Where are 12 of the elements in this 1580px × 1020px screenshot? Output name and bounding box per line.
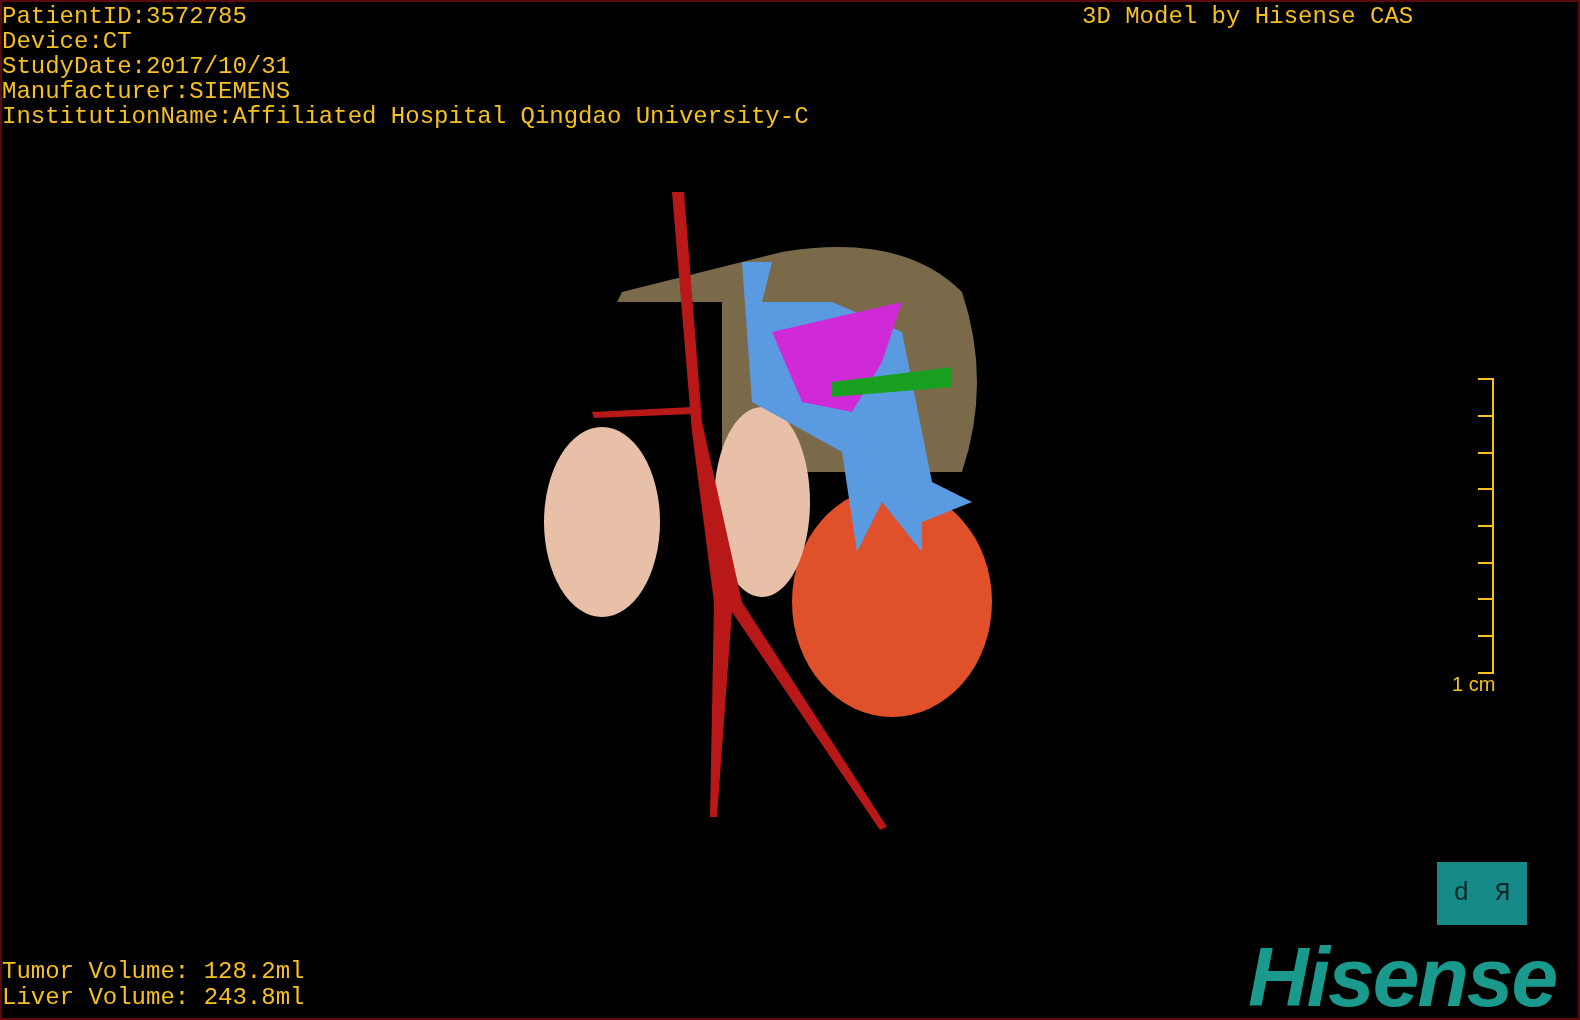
orientation-letter: d	[1453, 877, 1469, 910]
patient-info-text: Device:CT	[2, 29, 133, 54]
brand-logo: Hisense	[1248, 937, 1557, 1017]
scale-label: 1 cm	[1452, 674, 1496, 694]
model-title: 3D Model by Hisense CAS	[1082, 4, 1414, 29]
patient-info-text: StudyDate:2017/10/31	[2, 54, 292, 79]
orientation-letter: R	[1495, 877, 1511, 910]
patient-info-text: PatientID:3572785	[2, 4, 248, 29]
volume-text: Tumor Volume: 128.2ml	[2, 959, 305, 985]
patient-info-text: Manufacturer:SIEMENS	[2, 79, 292, 104]
volume-text: Liver Volume: 243.8ml	[2, 985, 305, 1011]
patient-info-text: InstitutionName:Affiliated Hospital Qingdao University-C	[2, 104, 809, 129]
